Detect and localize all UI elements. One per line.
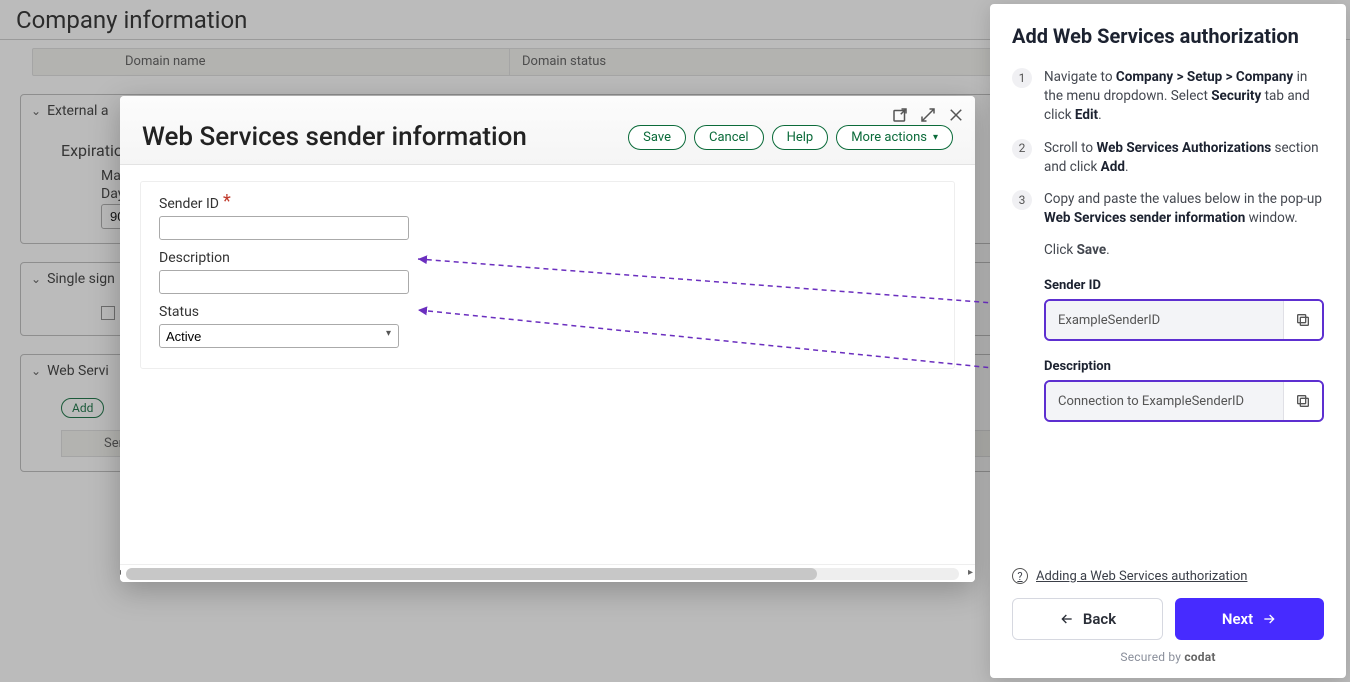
- modal-help-button[interactable]: Help: [772, 125, 829, 150]
- modal-cancel-button[interactable]: Cancel: [694, 125, 764, 150]
- required-icon: *: [223, 196, 231, 208]
- copy-sender-id-button[interactable]: [1284, 301, 1322, 339]
- step-number-1: 1: [1012, 68, 1032, 88]
- popout-icon[interactable]: [891, 106, 909, 128]
- help-link[interactable]: ? Adding a Web Services authorization: [1012, 568, 1324, 584]
- guide-panel: Add Web Services authorization 1 Navigat…: [990, 4, 1346, 678]
- scroll-right-icon[interactable]: ▸: [968, 567, 973, 578]
- step-number-3: 3: [1012, 190, 1032, 210]
- modal-save-button[interactable]: Save: [628, 125, 686, 150]
- sender-id-input[interactable]: [159, 216, 409, 240]
- scroll-left-icon[interactable]: ◂: [120, 567, 121, 578]
- sender-info-modal: Web Services sender information Save Can…: [120, 96, 975, 582]
- guide-title: Add Web Services authorization: [1012, 24, 1324, 48]
- expand-icon[interactable]: [919, 106, 937, 128]
- step-3-text: Copy and paste the values below in the p…: [1044, 190, 1324, 228]
- guide-description-value: Connection to ExampleSenderID: [1046, 382, 1284, 420]
- close-icon[interactable]: [947, 106, 965, 128]
- sender-id-label: Sender ID: [159, 196, 219, 212]
- click-save-text: Click Save.: [1044, 242, 1324, 258]
- guide-sender-id-field: ExampleSenderID: [1044, 299, 1324, 341]
- help-icon: ?: [1012, 568, 1028, 584]
- step-2-text: Scroll to Web Services Authorizations se…: [1044, 139, 1324, 177]
- guide-description-field: Connection to ExampleSenderID: [1044, 380, 1324, 422]
- horizontal-scrollbar[interactable]: [126, 568, 959, 580]
- description-label: Description: [159, 250, 230, 266]
- status-label: Status: [159, 304, 199, 320]
- back-button[interactable]: Back: [1012, 598, 1163, 640]
- guide-sender-id-value: ExampleSenderID: [1046, 301, 1284, 339]
- modal-more-button[interactable]: More actions: [836, 125, 953, 150]
- description-input[interactable]: [159, 270, 409, 294]
- modal-title: Web Services sender information: [142, 122, 527, 152]
- guide-sender-id-label: Sender ID: [1044, 278, 1324, 293]
- status-select[interactable]: [159, 324, 399, 348]
- secured-by: Secured by codat: [1012, 650, 1324, 664]
- step-number-2: 2: [1012, 139, 1032, 159]
- step-1-text: Navigate to Company > Setup > Company in…: [1044, 68, 1324, 125]
- copy-description-button[interactable]: [1284, 382, 1322, 420]
- guide-description-label: Description: [1044, 359, 1324, 374]
- next-button[interactable]: Next: [1175, 598, 1324, 640]
